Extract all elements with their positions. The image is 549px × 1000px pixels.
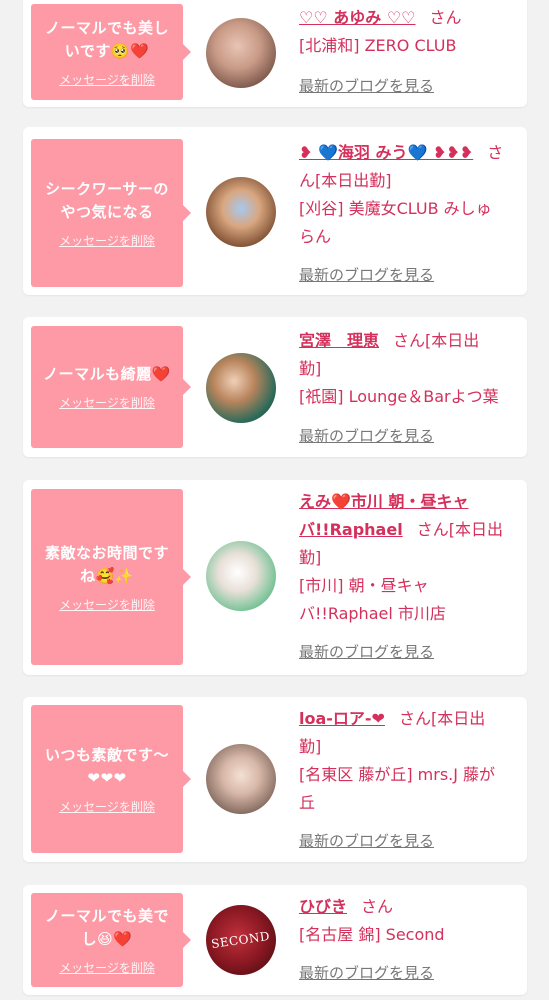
cast-name-link[interactable]: 宮澤 理恵 <box>299 331 379 350</box>
avatar[interactable]: SECOND <box>206 905 276 975</box>
message-text: ノーマルでも美し いです🥺❤️ <box>45 17 169 63</box>
status-text: ん[本日出勤] <box>299 171 392 190</box>
cast-info: 宮澤 理恵 さん[本日出 勤] [祇園] Lounge＆Barよつ葉 <box>299 327 519 411</box>
status-text: 勤] <box>299 359 322 378</box>
cast-name-link[interactable]: ♡♡ あゆみ ♡♡ <box>299 8 416 27</box>
message-card: ノーマルでも美で し😆❤️ メッセージを削除 SECOND ひびき さん [名古屋… <box>23 885 527 995</box>
cast-name-link[interactable]: ❥ 💙海羽 みう💙 ❥❥❥ <box>299 143 473 162</box>
message-line: し😆❤️ <box>81 929 133 948</box>
cast-info: ♡♡ あゆみ ♡♡ さん [北浦和] ZERO CLUB <box>299 4 519 60</box>
status-text: 勤] <box>299 737 322 756</box>
message-bubble: ノーマルでも美で し😆❤️ メッセージを削除 <box>31 893 191 987</box>
shop-name-cont: バ!!Raphael 市川店 <box>299 604 446 623</box>
message-card: ノーマルでも美し いです🥺❤️ メッセージを削除 ♡♡ あゆみ ♡♡ さん [北浦… <box>23 0 527 107</box>
message-card: ノーマルも綺麗❤️ メッセージを削除 宮澤 理恵 さん[本日出 勤] [祇園] L… <box>23 317 527 457</box>
honorific: さん[本日出 <box>398 709 486 728</box>
honorific: さん[本日出 <box>393 331 480 350</box>
message-line: ね🥰✨ <box>80 566 134 585</box>
shop-name: [刈谷] 美魔女CLUB みしゅ <box>299 199 492 218</box>
cast-name-link[interactable]: えみ❤️市川 朝・昼キャ <box>299 492 469 511</box>
message-text: ノーマルも綺麗❤️ <box>43 363 171 386</box>
message-line: いつも素敵です〜 <box>44 745 169 764</box>
message-bubble: いつも素敵です〜 ❤❤❤ メッセージを削除 <box>31 705 191 853</box>
message-text: いつも素敵です〜 ❤❤❤ <box>45 744 169 790</box>
shop-name: [市川] 朝・昼キャ <box>299 576 429 595</box>
delete-message-link[interactable]: メッセージを削除 <box>59 798 155 815</box>
message-bubble: ノーマルも綺麗❤️ メッセージを削除 <box>31 326 191 448</box>
honorific: さん <box>429 8 462 27</box>
avatar[interactable] <box>206 18 276 88</box>
cast-name-link[interactable]: ひびき <box>299 897 347 916</box>
delete-message-link[interactable]: メッセージを削除 <box>59 232 155 249</box>
message-line: ノーマルでも美し <box>44 18 169 37</box>
avatar[interactable] <box>206 353 276 423</box>
message-line: やつ気になる <box>60 202 154 221</box>
message-line: 素敵なお時間です <box>44 543 169 562</box>
message-bubble: シークワーサーの やつ気になる メッセージを削除 <box>31 139 191 287</box>
delete-message-link[interactable]: メッセージを削除 <box>59 394 155 411</box>
delete-message-link[interactable]: メッセージを削除 <box>59 596 155 613</box>
avatar[interactable] <box>206 177 276 247</box>
message-card: 素敵なお時間です ね🥰✨ メッセージを削除 えみ❤️市川 朝・昼キャ バ!!Ra… <box>23 480 527 675</box>
shop-name: [名東区 藤が丘] mrs.J 藤が <box>299 765 496 784</box>
honorific: さん <box>361 897 394 916</box>
message-line: ノーマルでも美で <box>44 906 169 925</box>
cast-info: ひびき さん [名古屋 錦] Second <box>299 893 519 949</box>
message-text: ノーマルでも美で し😆❤️ <box>45 905 169 951</box>
avatar[interactable] <box>206 541 276 611</box>
shop-name-cont: 丘 <box>299 793 316 812</box>
cast-name-link-cont[interactable]: バ!!Raphael <box>299 520 403 539</box>
cast-name-link[interactable]: loa-ロア-❤ <box>299 709 385 728</box>
honorific: さ <box>487 143 504 162</box>
shop-name-cont: らん <box>299 227 332 246</box>
message-line: ❤❤❤ <box>87 768 127 787</box>
message-text: シークワーサーの やつ気になる <box>45 178 169 224</box>
delete-message-link[interactable]: メッセージを削除 <box>59 71 155 88</box>
latest-blog-link[interactable]: 最新のブログを見る <box>299 75 434 96</box>
cast-info: えみ❤️市川 朝・昼キャ バ!!Raphael さん[本日出 勤] [市川] 朝・… <box>299 488 519 628</box>
shop-name: [名古屋 錦] Second <box>299 925 445 944</box>
message-line: ノーマルも綺麗❤️ <box>43 365 171 383</box>
message-card: シークワーサーの やつ気になる メッセージを削除 ❥ 💙海羽 みう💙 ❥❥❥ さ … <box>23 127 527 295</box>
shop-name: [北浦和] ZERO CLUB <box>299 36 457 55</box>
shop-name: [祇園] Lounge＆Barよつ葉 <box>299 387 499 406</box>
honorific: さん[本日出 <box>416 520 503 539</box>
latest-blog-link[interactable]: 最新のブログを見る <box>299 264 434 285</box>
latest-blog-link[interactable]: 最新のブログを見る <box>299 962 434 983</box>
latest-blog-link[interactable]: 最新のブログを見る <box>299 425 434 446</box>
message-text: 素敵なお時間です ね🥰✨ <box>45 542 169 588</box>
cast-info: loa-ロア-❤ さん[本日出 勤] [名東区 藤が丘] mrs.J 藤が 丘 <box>299 705 519 817</box>
latest-blog-link[interactable]: 最新のブログを見る <box>299 830 434 851</box>
avatar-logo-text: SECOND <box>210 928 272 952</box>
message-line: いです🥺❤️ <box>64 41 150 60</box>
latest-blog-link[interactable]: 最新のブログを見る <box>299 641 434 662</box>
cast-info: ❥ 💙海羽 みう💙 ❥❥❥ さ ん[本日出勤] [刈谷] 美魔女CLUB みしゅ … <box>299 139 519 251</box>
message-line: シークワーサーの <box>45 179 169 198</box>
status-text: 勤] <box>299 548 322 567</box>
message-bubble: 素敵なお時間です ね🥰✨ メッセージを削除 <box>31 489 191 665</box>
message-bubble: ノーマルでも美し いです🥺❤️ メッセージを削除 <box>31 4 191 100</box>
delete-message-link[interactable]: メッセージを削除 <box>59 959 155 976</box>
avatar[interactable] <box>206 744 276 814</box>
message-card: いつも素敵です〜 ❤❤❤ メッセージを削除 loa-ロア-❤ さん[本日出 勤] … <box>23 697 527 862</box>
